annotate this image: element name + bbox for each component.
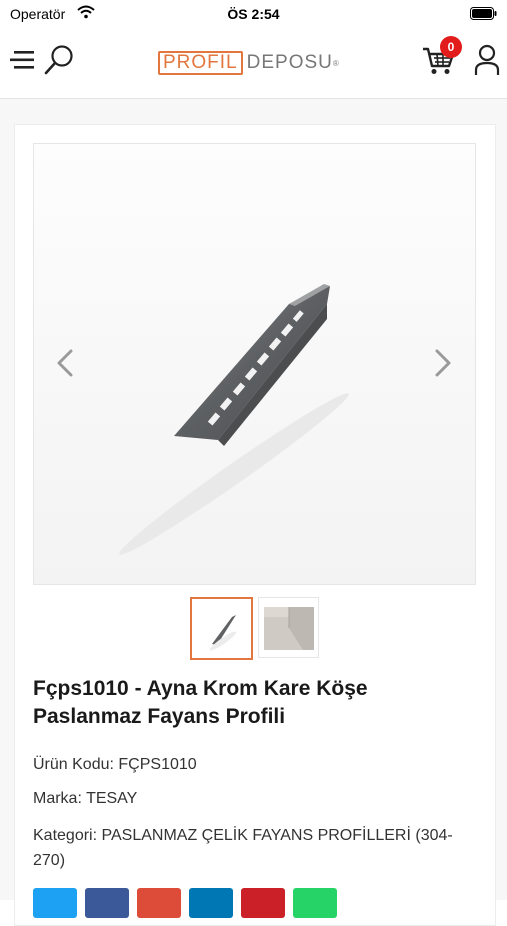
chevron-left-icon[interactable]	[54, 348, 76, 378]
product-brand-row: Marka: TESAY	[33, 790, 137, 808]
whatsapp-share-button[interactable]	[293, 888, 337, 918]
logo-text-profil: PROFIL	[158, 51, 243, 75]
pinterest-share-button[interactable]	[241, 888, 285, 918]
product-brand-value[interactable]: TESAY	[86, 790, 137, 807]
status-bar: Operatör ÖS 2:54	[0, 0, 507, 28]
twitter-share-button[interactable]	[33, 888, 77, 918]
product-image-frame[interactable]	[33, 143, 476, 585]
thumbnail-2[interactable]	[258, 597, 319, 658]
product-category-row: Kategori: PASLANMAZ ÇELİK FAYANS PROFİLL…	[33, 823, 473, 873]
app-header: PROFIL DEPOSU ® 0	[0, 28, 507, 99]
product-code-row: Ürün Kodu: FÇPS1010	[33, 756, 197, 774]
google-share-button[interactable]	[137, 888, 181, 918]
facebook-share-button[interactable]	[85, 888, 129, 918]
thumbnail-2-image	[259, 598, 318, 657]
logo-text-deposu: DEPOSU	[246, 52, 333, 73]
status-time: ÖS 2:54	[227, 6, 280, 22]
logo[interactable]: PROFIL DEPOSU ®	[158, 50, 339, 76]
product-code-value: FÇPS1010	[118, 756, 197, 773]
product-brand-label: Marka:	[33, 790, 82, 807]
logo-registered-mark: ®	[332, 58, 339, 68]
cart-count-badge: 0	[440, 36, 462, 58]
linkedin-share-button[interactable]	[189, 888, 233, 918]
thumbnail-1[interactable]	[190, 597, 253, 660]
menu-icon[interactable]	[10, 48, 36, 72]
product-code-label: Ürün Kodu:	[33, 756, 114, 773]
product-image	[34, 144, 475, 584]
search-icon[interactable]	[44, 44, 74, 76]
product-title: Fçps1010 - Ayna Krom Kare Köşe Paslanmaz…	[33, 677, 368, 728]
battery-icon	[470, 7, 497, 20]
user-icon[interactable]	[474, 44, 500, 76]
thumbnail-1-image	[192, 599, 251, 658]
product-category-label: Kategori:	[33, 827, 98, 844]
chevron-right-icon[interactable]	[432, 348, 454, 378]
